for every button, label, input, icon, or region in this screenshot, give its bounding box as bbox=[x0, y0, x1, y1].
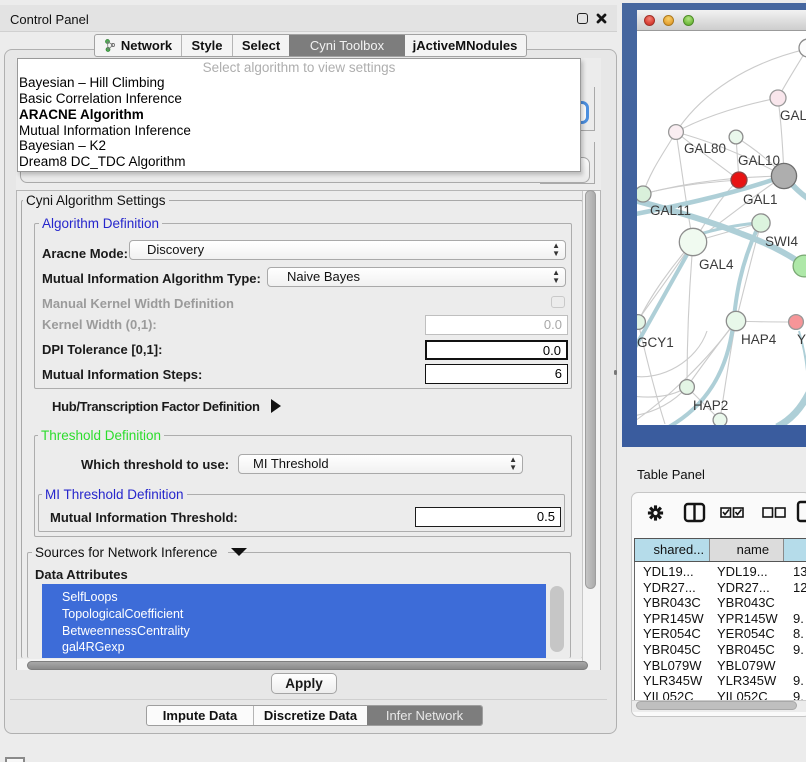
svg-text:SWI4: SWI4 bbox=[765, 234, 798, 249]
svg-text:HAP4: HAP4 bbox=[741, 332, 777, 347]
svg-text:GAL1: GAL1 bbox=[743, 192, 778, 207]
svg-text:HAP2: HAP2 bbox=[693, 398, 728, 413]
svg-text:GAL80: GAL80 bbox=[684, 141, 726, 156]
svg-text:GAL10: GAL10 bbox=[738, 153, 780, 168]
svg-text:Y: Y bbox=[797, 332, 806, 347]
svg-text:GCY1: GCY1 bbox=[637, 335, 674, 350]
svg-text:GAL4: GAL4 bbox=[699, 257, 734, 272]
svg-text:GAL11: GAL11 bbox=[650, 203, 691, 218]
svg-text:GAL8: GAL8 bbox=[780, 108, 806, 123]
